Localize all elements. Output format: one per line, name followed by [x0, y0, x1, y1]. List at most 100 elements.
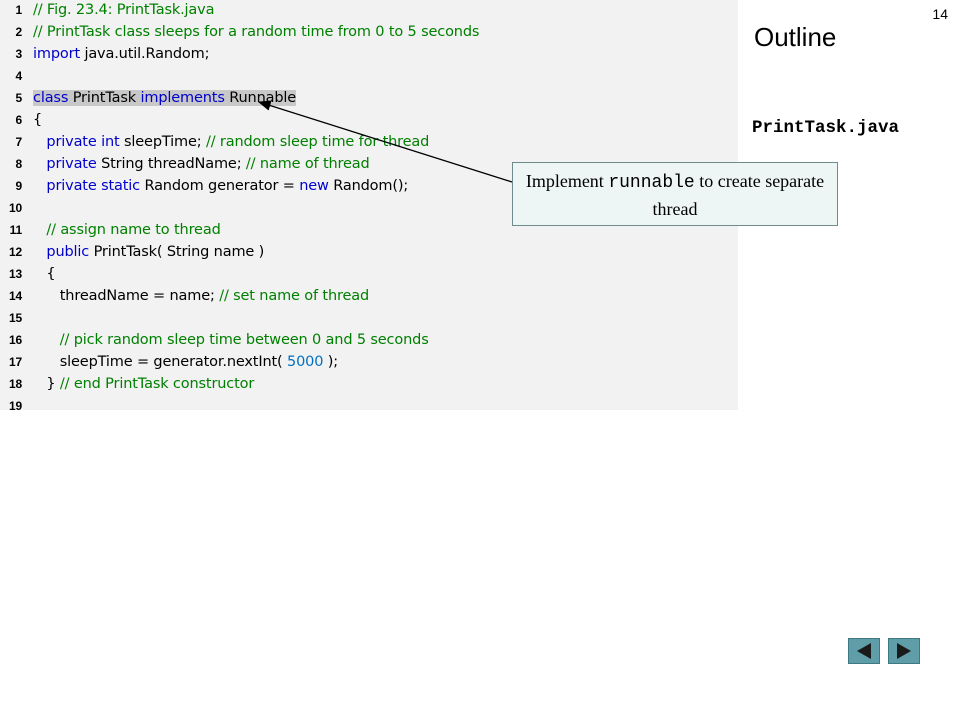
code-line: 13 { [0, 263, 56, 285]
code-token: { [33, 266, 56, 282]
code-token: implements [140, 90, 225, 106]
code-token: String threadName; [96, 156, 246, 172]
code-token: Runnable [224, 90, 297, 106]
line-number: 15 [8, 311, 22, 325]
code-token: PrintTask [68, 90, 141, 106]
code-line: 14 threadName = name; // set name of thr… [0, 285, 369, 307]
code-token: PrintTask( String name ) [89, 244, 265, 260]
code-token: // set name of thread [219, 288, 370, 304]
code-token: private [46, 134, 97, 150]
code-text: private int sleepTime; // random sleep t… [33, 131, 429, 153]
code-token: // Fig. 23.4: PrintTask.java [33, 2, 215, 18]
line-number: 18 [8, 377, 22, 391]
code-token: sleepTime; [119, 134, 206, 150]
code-text: public PrintTask( String name ) [33, 241, 264, 263]
code-token: Random(); [328, 178, 409, 194]
previous-slide-button[interactable] [848, 638, 880, 664]
line-number: 5 [15, 91, 22, 105]
code-text: sleepTime = generator.nextInt( 5000 ); [33, 351, 338, 373]
line-number: 12 [8, 245, 22, 259]
line-number: 10 [8, 201, 22, 215]
code-line: 1 // Fig. 23.4: PrintTask.java [0, 0, 214, 21]
code-text: // Fig. 23.4: PrintTask.java [33, 0, 214, 21]
code-token: Random generator = [140, 178, 300, 194]
code-line: 2 // PrintTask class sleeps for a random … [0, 21, 479, 43]
slide-number: 14 [932, 6, 948, 22]
line-number: 7 [15, 135, 22, 149]
line-number: 8 [15, 157, 22, 171]
next-slide-button[interactable] [888, 638, 920, 664]
code-text: // PrintTask class sleeps for a random t… [33, 21, 479, 43]
code-token: // end PrintTask constructor [59, 376, 255, 392]
code-token: { [33, 112, 43, 128]
code-line: 5 class PrintTask implements Runnable [0, 87, 296, 109]
line-number: 9 [15, 179, 22, 193]
triangle-right-icon [897, 643, 911, 659]
code-text: private String threadName; // name of th… [33, 153, 370, 175]
line-number: 17 [8, 355, 22, 369]
code-line: 3 import java.util.Random; [0, 43, 209, 65]
code-token: private [46, 156, 97, 172]
code-line: 15 [0, 307, 22, 329]
code-token: java.util.Random; [79, 46, 210, 62]
line-number: 11 [9, 223, 23, 237]
code-token: // name of thread [245, 156, 370, 172]
code-token: new [299, 178, 329, 194]
code-line: 18 } // end PrintTask constructor [0, 373, 254, 395]
file-name-label: PrintTask.java [752, 118, 900, 138]
code-text: // pick random sleep time between 0 and … [33, 329, 429, 351]
line-number: 4 [15, 69, 22, 83]
code-line: 19 [0, 395, 22, 417]
triangle-left-icon [857, 643, 871, 659]
code-token: // random sleep time for thread [205, 134, 430, 150]
code-token: import [33, 46, 80, 62]
code-token: class [33, 90, 69, 106]
code-line: 9 private static Random generator = new … [0, 175, 408, 197]
code-token: } [33, 376, 60, 392]
code-line: 7 private int sleepTime; // random sleep… [0, 131, 429, 153]
code-line: 16 // pick random sleep time between 0 a… [0, 329, 429, 351]
line-number: 6 [15, 113, 22, 127]
line-number: 2 [15, 25, 22, 39]
code-text: } // end PrintTask constructor [33, 373, 254, 395]
line-number: 14 [8, 289, 22, 303]
code-line: 10 [0, 197, 22, 219]
code-line: 8 private String threadName; // name of … [0, 153, 369, 175]
callout-box: Implement runnable to create separate th… [512, 162, 838, 226]
code-token: sleepTime = generator.nextInt( [33, 354, 288, 370]
code-token: // pick random sleep time between 0 and … [59, 332, 429, 348]
callout-text-before: Implement [525, 171, 609, 191]
code-line: 6{ [0, 109, 42, 131]
code-token: 5000 [287, 354, 324, 370]
code-line: 17 sleepTime = generator.nextInt( 5000 )… [0, 351, 338, 373]
line-number: 16 [8, 333, 22, 347]
code-line: 11 // assign name to thread [0, 219, 221, 241]
code-token: private [46, 178, 97, 194]
line-number: 19 [8, 399, 22, 413]
code-token: int [101, 134, 120, 150]
code-line: 12 public PrintTask( String name ) [0, 241, 264, 263]
code-text: class PrintTask implements Runnable [33, 87, 296, 109]
outline-title: Outline [754, 22, 837, 52]
code-token: static [101, 178, 140, 194]
code-text: { [33, 263, 55, 285]
code-token: // PrintTask class sleeps for a random t… [33, 24, 480, 40]
code-token: ); [323, 354, 339, 370]
code-text: import java.util.Random; [33, 43, 209, 65]
line-number: 1 [15, 3, 22, 17]
code-text: threadName = name; // set name of thread [33, 285, 369, 307]
code-text: private static Random generator = new Ra… [33, 175, 408, 197]
code-text: { [33, 109, 42, 131]
code-token: // assign name to thread [46, 222, 221, 238]
code-text: // assign name to thread [33, 219, 221, 241]
code-token: threadName = name; [33, 288, 220, 304]
callout-code: runnable [608, 173, 695, 193]
line-number: 3 [15, 47, 22, 61]
code-token: public [46, 244, 90, 260]
